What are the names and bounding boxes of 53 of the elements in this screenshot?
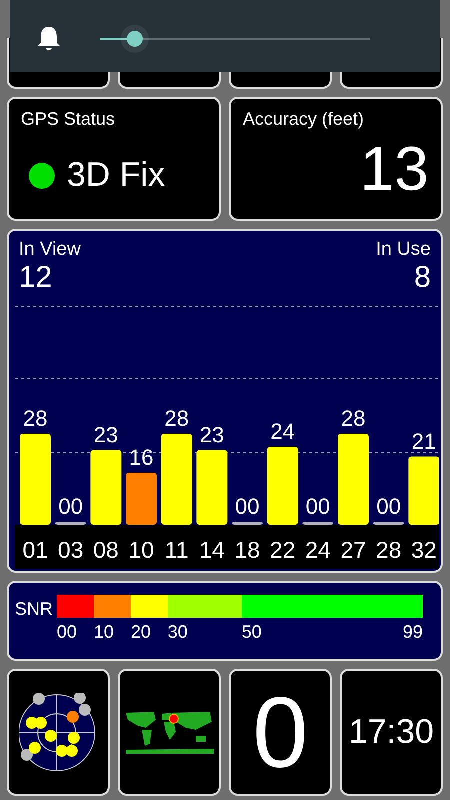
satellite-id: 03 <box>58 537 84 563</box>
scale-label: 99 <box>402 622 423 643</box>
bar-value: 21 <box>412 428 436 454</box>
signal-bar <box>126 473 157 525</box>
clock-time: 17:30 <box>348 713 434 752</box>
satellite-id: 22 <box>270 537 296 563</box>
satellite-id: 18 <box>234 537 260 563</box>
scale-label: 20 <box>130 622 151 643</box>
bar-value: 23 <box>200 422 224 448</box>
signal-bar <box>408 456 439 525</box>
satellite-id: 27 <box>340 537 366 563</box>
bar-value: 00 <box>306 494 330 519</box>
tile-button[interactable]: 0 <box>229 669 332 796</box>
card-title: Accuracy (feet) <box>243 109 366 130</box>
satellite-id: 01 <box>22 537 48 563</box>
bar-value: 28 <box>341 406 366 431</box>
satellite-id: 28 <box>376 537 402 563</box>
slider-thumb[interactable] <box>121 25 150 53</box>
count-value: 0 <box>252 682 308 782</box>
tile-button[interactable]: 17:30 <box>340 669 443 796</box>
satellite-id: 24 <box>305 537 331 563</box>
in-view-count: 12 <box>19 261 54 295</box>
in-use-count: 8 <box>414 261 431 295</box>
signal-bar <box>373 522 404 525</box>
tile-button[interactable] <box>118 669 221 796</box>
signal-bar <box>232 522 263 525</box>
signal-bar <box>302 522 334 525</box>
bar-value: 16 <box>129 445 154 470</box>
accuracy-value: 13 <box>360 134 429 205</box>
card-title: GPS Status <box>21 109 116 130</box>
scale-label: 00 <box>57 622 78 643</box>
snr-label: SNR <box>15 598 54 620</box>
bar-value: 24 <box>270 419 296 444</box>
in-view-label: In View <box>19 239 81 261</box>
satellite-id: 14 <box>199 537 225 563</box>
bar-value: 28 <box>164 406 190 431</box>
satellite-id: 11 <box>164 537 189 563</box>
bar-value: 28 <box>23 406 48 431</box>
bar-value: 00 <box>235 494 260 519</box>
fix-status: 3D Fix <box>67 156 166 195</box>
bell-icon <box>36 25 62 53</box>
scale-label: 30 <box>168 622 188 643</box>
scale-label: 10 <box>94 622 114 643</box>
bar-value: 23 <box>94 422 118 448</box>
satellite-id: 08 <box>93 537 119 563</box>
scale-label: 50 <box>242 622 262 643</box>
tile-button[interactable] <box>7 669 110 796</box>
in-use-label: In Use <box>376 239 431 261</box>
bar-value: 00 <box>58 494 84 519</box>
signal-bar <box>55 522 86 525</box>
bar-value: 00 <box>376 494 402 519</box>
satellite-id: 32 <box>411 537 437 563</box>
satellite-id: 10 <box>128 537 154 563</box>
